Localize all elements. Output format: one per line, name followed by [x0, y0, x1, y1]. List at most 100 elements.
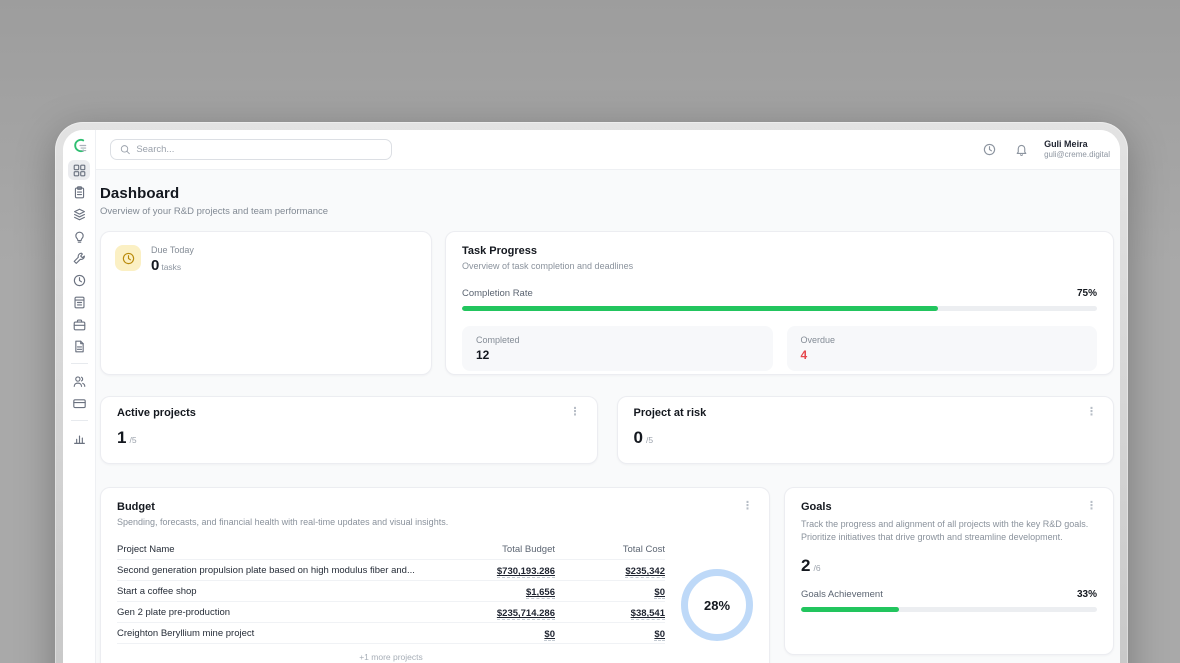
due-today-clock-icon	[115, 245, 141, 271]
project-at-risk-card: Project at risk ⋮ 0 /5	[617, 396, 1115, 464]
completion-rate-value: 75%	[1077, 288, 1097, 299]
active-projects-title: Active projects	[117, 407, 196, 419]
total-budget-value[interactable]: $730,193.286	[497, 566, 555, 578]
completed-label: Completed	[476, 335, 759, 345]
budget-table-row[interactable]: Creighton Beryllium mine project $0 $0	[117, 623, 665, 644]
budget-card: Budget ⋮ Spending, forecasts, and financ…	[100, 487, 770, 663]
budget-table-header: Project Name Total Budget Total Cost	[117, 539, 665, 560]
sidebar-item-analytics[interactable]	[68, 428, 90, 448]
sidebar-divider	[71, 363, 88, 364]
total-cost-value[interactable]: $235,342	[625, 566, 665, 578]
overdue-label: Overdue	[801, 335, 1084, 345]
goals-achievement-label: Goals Achievement	[801, 589, 883, 600]
task-progress-title: Task Progress	[462, 245, 1097, 257]
active-projects-total: /5	[129, 435, 136, 445]
total-cost-value[interactable]: $38,541	[631, 608, 665, 620]
completion-progress-track	[462, 306, 1097, 311]
sidebar-item-billing[interactable]	[68, 393, 90, 413]
budget-table-row[interactable]: Gen 2 plate pre-production $235,714.286 …	[117, 602, 665, 623]
active-projects-menu-icon[interactable]: ⋮	[570, 407, 581, 417]
notification-bell-icon	[1015, 143, 1028, 156]
budget-percent-ring: 28%	[681, 569, 753, 641]
project-name: Start a coffee shop	[117, 586, 440, 597]
sidebar-item-tasks[interactable]	[68, 182, 90, 202]
user-menu[interactable]: Guli Meira guli@creme.digital	[1044, 139, 1110, 160]
project-name: Gen 2 plate pre-production	[117, 607, 440, 618]
history-clock-button[interactable]	[980, 141, 998, 159]
sidebar-item-documents[interactable]	[68, 336, 90, 356]
goals-description: Track the progress and alignment of all …	[801, 518, 1097, 544]
goals-value: 2	[801, 556, 810, 576]
search-input[interactable]	[136, 144, 382, 155]
goals-progress-fill	[801, 607, 899, 612]
total-budget-value[interactable]: $0	[544, 629, 555, 641]
idea-lightbulb-icon	[73, 230, 86, 243]
goals-total: /6	[813, 563, 820, 573]
budget-menu-icon[interactable]: ⋮	[742, 501, 753, 511]
completion-rate-label: Completion Rate	[462, 288, 533, 299]
time-clock-icon	[73, 274, 86, 287]
notifications-button[interactable]	[1012, 141, 1030, 159]
notebook-icon	[73, 296, 86, 309]
due-today-label: Due Today	[151, 245, 194, 255]
sidebar-item-team[interactable]	[68, 371, 90, 391]
more-projects-link[interactable]: +1 more projects	[117, 652, 665, 662]
tools-wrench-icon	[73, 252, 86, 265]
budget-table: Project Name Total Budget Total Cost Sec…	[117, 539, 665, 662]
total-budget-value[interactable]: $1,656	[526, 587, 555, 599]
history-clock-icon	[983, 143, 996, 156]
search-box[interactable]	[110, 139, 392, 160]
overdue-value: 4	[801, 348, 1084, 362]
project-name: Creighton Beryllium mine project	[117, 628, 440, 639]
documents-file-icon	[73, 340, 86, 353]
due-today-count: 0tasks	[151, 257, 194, 274]
budget-table-row[interactable]: Start a coffee shop $1,656 $0	[117, 581, 665, 602]
sidebar-divider	[71, 420, 88, 421]
topbar: Guli Meira guli@creme.digital	[96, 130, 1120, 169]
sidebar-item-layers[interactable]	[68, 204, 90, 224]
goals-progress-track	[801, 607, 1097, 612]
total-cost-value[interactable]: $0	[654, 587, 665, 599]
billing-card-icon	[73, 397, 86, 410]
goals-card: Goals ⋮ Track the progress and alignment…	[784, 487, 1114, 655]
budget-subtitle: Spending, forecasts, and financial healt…	[117, 517, 753, 527]
page-title: Dashboard	[100, 185, 1114, 202]
project-at-risk-value: 0	[634, 428, 643, 448]
overdue-stat-box: Overdue 4	[787, 326, 1098, 371]
sidebar-item-notebook[interactable]	[68, 292, 90, 312]
project-name: Second generation propulsion plate based…	[117, 565, 440, 576]
project-at-risk-menu-icon[interactable]: ⋮	[1086, 407, 1097, 417]
active-projects-value: 1	[117, 428, 126, 448]
dashboard-grid-icon	[73, 164, 86, 177]
budget-table-row[interactable]: Second generation propulsion plate based…	[117, 560, 665, 581]
sidebar-item-dashboard[interactable]	[68, 160, 90, 180]
goals-menu-icon[interactable]: ⋮	[1086, 501, 1097, 511]
sidebar-item-projects[interactable]	[68, 314, 90, 334]
tasks-clipboard-icon	[73, 186, 86, 199]
sidebar: V1.0	[63, 130, 96, 663]
creme-logo[interactable]	[69, 135, 89, 155]
sidebar-item-ideas[interactable]	[68, 226, 90, 246]
due-today-unit: tasks	[161, 262, 181, 272]
task-progress-subtitle: Overview of task completion and deadline…	[462, 261, 1097, 271]
active-projects-card: Active projects ⋮ 1 /5	[100, 396, 598, 464]
column-total-cost: Total Cost	[555, 544, 665, 555]
task-progress-card: Task Progress Overview of task completio…	[445, 231, 1114, 375]
dashboard-content: Dashboard Overview of your R&D projects …	[96, 170, 1120, 663]
due-today-card: Due Today 0tasks	[100, 231, 432, 375]
completed-value: 12	[476, 348, 759, 362]
total-budget-value[interactable]: $235,714.286	[497, 608, 555, 620]
project-at-risk-title: Project at risk	[634, 407, 707, 419]
project-at-risk-total: /5	[646, 435, 653, 445]
sidebar-item-tools[interactable]	[68, 248, 90, 268]
app-window: V1.0	[55, 122, 1128, 663]
projects-briefcase-icon	[73, 318, 86, 331]
column-total-budget: Total Budget	[440, 544, 555, 555]
total-cost-value[interactable]: $0	[654, 629, 665, 641]
page-subtitle: Overview of your R&D projects and team p…	[100, 206, 1114, 217]
column-project-name: Project Name	[117, 544, 440, 555]
budget-title: Budget	[117, 501, 155, 513]
completion-progress-fill	[462, 306, 938, 311]
budget-percent-value: 28%	[704, 598, 730, 613]
sidebar-item-time[interactable]	[68, 270, 90, 290]
